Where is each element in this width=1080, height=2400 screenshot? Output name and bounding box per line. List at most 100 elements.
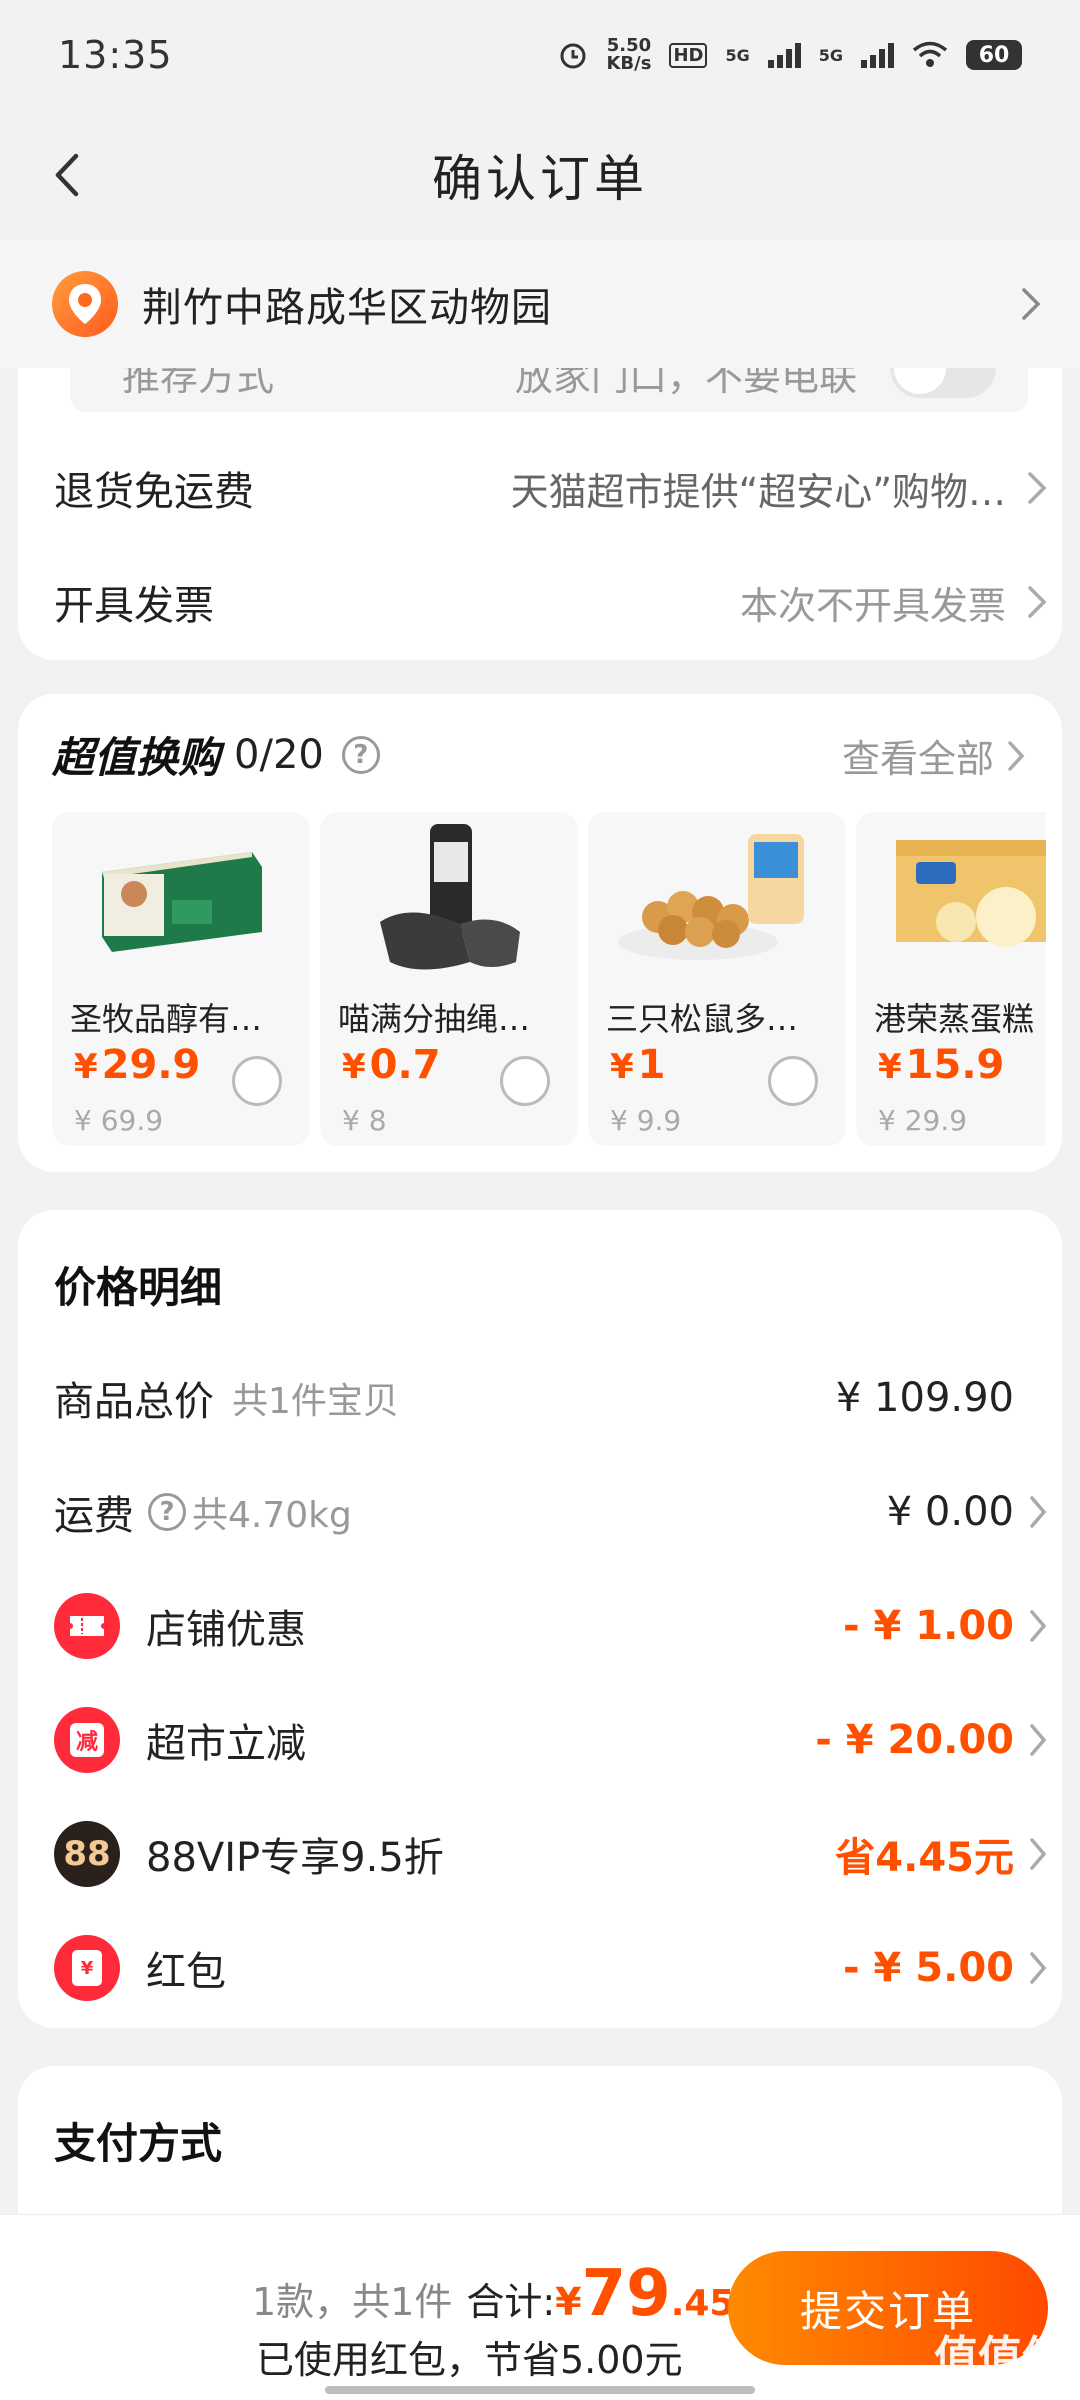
view-all-label: 查看全部 [841,737,994,781]
product-select-radio[interactable] [768,1056,818,1106]
shop-discount-amount: - ¥ 1.00 [843,1603,1014,1649]
watermark-logo: 值值值 zhizhizhi.com [934,2332,1066,2400]
shipping-row[interactable]: 运费 ? 共4.70kg ¥ 0.00 [54,1472,1050,1552]
vip-row[interactable]: 88 88VIP专享9.5折 省4.45元 [54,1814,1050,1894]
product-price: ¥29.9 [74,1042,201,1088]
swap-title: 超值换购 [52,733,221,782]
chevron-right-icon [1028,586,1047,618]
product-name: 圣牧品醇有… [70,1000,263,1038]
product-select-radio[interactable] [500,1056,550,1106]
returns-label: 退货免运费 [54,469,254,515]
price-detail-title: 价格明细 [54,1263,223,1312]
shipping-label: 运费 [54,1493,134,1539]
swap-product-card[interactable]: 喵满分抽绳… ¥0.7 ¥ 8 [320,812,578,1146]
shop-discount-label: 店铺优惠 [146,1607,306,1653]
swap-products-list: 圣牧品醇有… ¥29.9 ¥ 69.9 喵满分抽绳… ¥0.7 ¥ 8 三只松鼠… [52,812,1046,1146]
signal-5g-label-1: 5G [725,45,750,65]
chevron-right-icon [1008,740,1025,771]
returns-row[interactable]: 退货免运费 天猫超市提供“超安心”购物… [54,448,1050,528]
product-image-trash-bags [380,824,520,970]
swap-product-card[interactable]: 三只松鼠多… ¥1 ¥ 9.9 [588,812,846,1146]
signal-5g-label-2: 5G [818,45,843,65]
delivery-toggle[interactable] [890,368,996,398]
vip-amount: 省4.45元 [835,1835,1014,1881]
chevron-right-icon [1030,1496,1047,1528]
net-speed: 5.50 KB/s [606,35,652,74]
product-price: ¥1 [610,1042,666,1088]
home-indicator[interactable] [325,2386,755,2394]
red-packet-label: 红包 [146,1949,226,1995]
goods-total-sub: 共1件宝贝 [232,1381,399,1422]
wifi-icon [912,41,948,67]
market-cut-label: 超市立减 [146,1721,306,1767]
shipping-amount: ¥ 0.00 [886,1489,1014,1535]
view-all-link[interactable]: 查看全部 [842,728,1026,783]
price-detail-card: 价格明细 商品总价 共1件宝贝 ¥ 109.90 运费 ? 共4.70kg ¥ … [18,1210,1062,2028]
shop-discount-row[interactable]: 店铺优惠 - ¥ 1.00 [54,1586,1050,1666]
chevron-right-icon [1022,288,1041,320]
goods-total-row: 商品总价 共1件宝贝 ¥ 109.90 [54,1358,1050,1438]
chevron-right-icon [1030,1724,1047,1756]
vip-label: 88VIP专享9.5折 [146,1835,444,1881]
product-original-price: ¥ 8 [342,1104,387,1137]
product-price: ¥0.7 [342,1042,441,1088]
signal-icon-2 [861,42,894,68]
product-name: 港荣蒸蛋糕 [874,1000,1035,1038]
product-original-price: ¥ 9.9 [610,1104,682,1137]
address-text: 荆竹中路成华区动物园 [142,285,552,331]
page-title: 确认订单 [432,150,648,208]
total-decimal: .45 [670,2283,735,2324]
swap-buy-card: 超值换购 0/20 ? 查看全部 圣牧品醇有… ¥29.9 ¥ 69.9 喵满分… [18,694,1062,1172]
goods-total-amount: ¥ 109.90 [835,1375,1014,1421]
product-price: ¥15.9 [878,1042,1005,1088]
product-select-radio[interactable] [232,1056,282,1106]
address-bar[interactable]: 荆竹中路成华区动物园 [0,240,1080,368]
goods-total-label: 商品总价 [54,1379,214,1425]
order-total-line: 1款，共1件 合计: ¥ 79 .45 [252,2257,734,2331]
hd-icon: HD [669,42,708,68]
location-pin-icon [52,271,118,337]
product-image-steamed-cake [896,840,1046,947]
product-name: 三只松鼠多… [606,1000,799,1038]
chevron-right-icon [1030,1610,1047,1642]
market-cut-row[interactable]: 减 超市立减 - ¥ 20.00 [54,1700,1050,1780]
chevron-right-icon [1030,1838,1047,1870]
product-original-price: ¥ 69.9 [74,1104,164,1137]
alarm-icon [560,43,586,69]
total-currency: ¥ [555,2280,582,2324]
status-icons: 5.50 KB/s HD 5G 5G 60 [558,37,1022,73]
invoice-row[interactable]: 开具发票 本次不开具发票 [54,562,1050,642]
payment-title: 支付方式 [54,2119,223,2168]
swap-header: 超值换购 0/20 ? [52,724,380,785]
red-packet-row[interactable]: ¥ 红包 - ¥ 5.00 [54,1928,1050,2008]
vip-88-icon: 88 [54,1821,120,1887]
savings-text: 已使用红包，节省5.00元 [256,2338,683,2382]
help-icon[interactable]: ? [148,1493,186,1531]
status-time: 13:35 [58,33,173,77]
swap-product-card[interactable]: 圣牧品醇有… ¥29.9 ¥ 69.9 [52,812,310,1146]
invoice-label: 开具发票 [54,583,214,629]
chevron-right-icon [1030,1952,1047,1984]
status-bar: 13:35 5.50 KB/s HD 5G 5G 60 [0,0,1080,110]
market-cut-amount: - ¥ 20.00 [815,1717,1014,1763]
coupon-ticket-icon [54,1593,120,1659]
product-name: 喵满分抽绳… [338,1000,531,1038]
total-integer: 79 [581,2257,671,2331]
delivery-label: 推荐方式 [122,368,275,399]
returns-value: 天猫超市提供“超安心”购物… [510,469,1006,514]
product-image-milk-box [102,852,262,952]
red-packet-icon: ¥ [54,1935,120,2001]
shipping-weight: 共4.70kg [192,1495,352,1536]
help-icon[interactable]: ? [341,735,380,774]
discount-badge-icon: 减 [54,1707,120,1773]
page-header: 确认订单 [0,110,1080,240]
battery-icon: 60 [966,40,1022,70]
swap-product-card[interactable]: 港荣蒸蛋糕 ¥15.9 ¥ 29.9 [856,812,1046,1146]
back-button[interactable] [44,150,94,200]
red-packet-amount: - ¥ 5.00 [843,1945,1014,1991]
product-original-price: ¥ 29.9 [878,1104,968,1137]
delivery-method-row[interactable]: 推荐方式 放家门口，不要电联 [70,368,1028,412]
chevron-right-icon [1028,472,1047,504]
bottom-checkout-bar: 1款，共1件 合计: ¥ 79 .45 已使用红包，节省5.00元 提交订单 [0,2214,1080,2400]
item-count: 1款，共1件 [252,2280,453,2324]
